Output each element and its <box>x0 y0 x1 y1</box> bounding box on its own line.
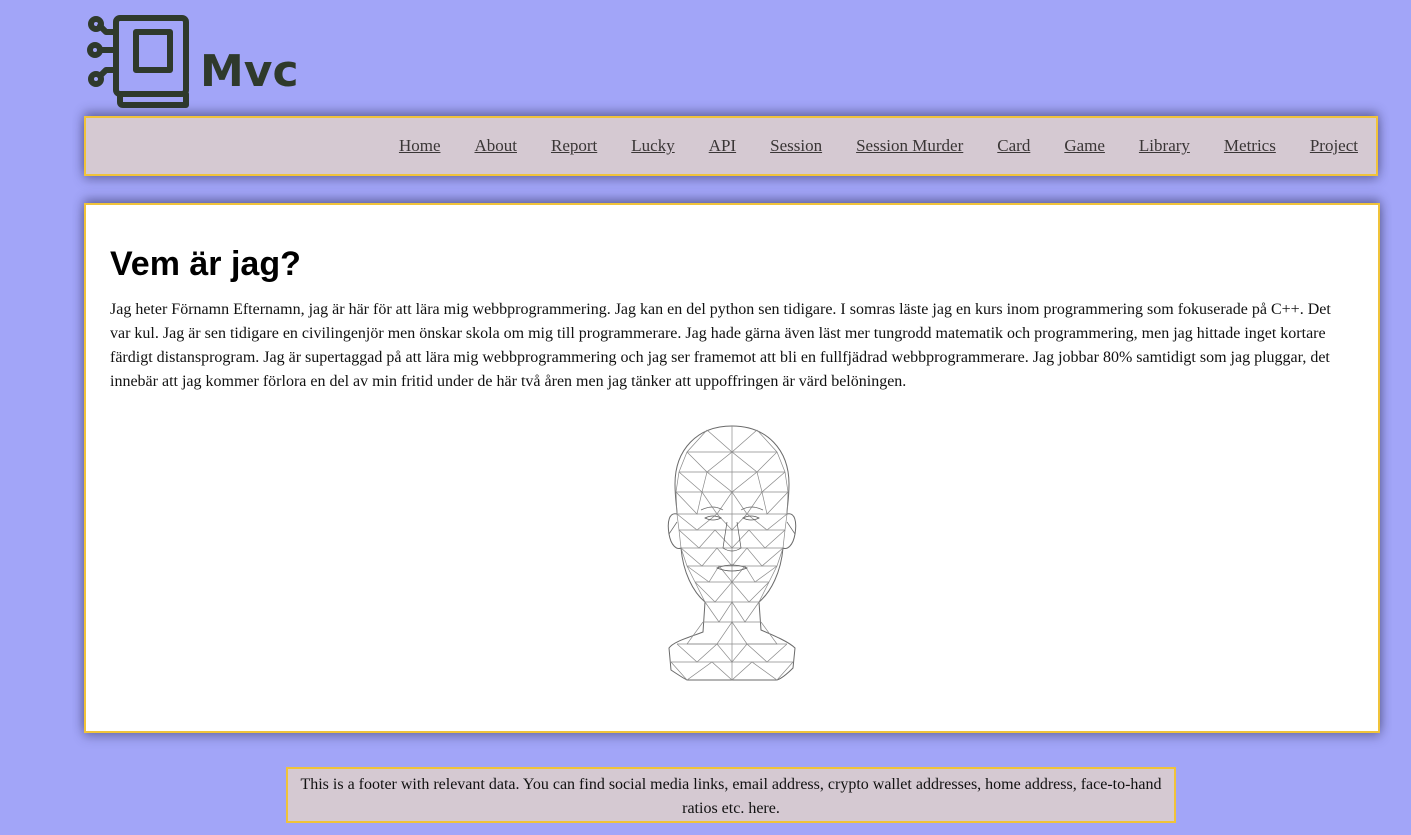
page-title: Vem är jag? <box>110 245 301 283</box>
nav-link-report[interactable]: Report <box>551 136 597 156</box>
page-footer: This is a footer with relevant data. You… <box>286 767 1176 823</box>
intro-paragraph: Jag heter Förnamn Efternamn, jag är här … <box>110 301 1331 390</box>
nav-link-library[interactable]: Library <box>1139 136 1190 156</box>
logo-text: Mvc <box>200 45 299 97</box>
nav-link-session[interactable]: Session <box>770 136 822 156</box>
nav-link-session-murder[interactable]: Session Murder <box>856 136 963 156</box>
nav-link-metrics[interactable]: Metrics <box>1224 136 1276 156</box>
site-logo[interactable]: Mvc <box>86 14 299 108</box>
nav-link-game[interactable]: Game <box>1064 136 1105 156</box>
nav-link-about[interactable]: About <box>474 136 517 156</box>
book-circuit-icon <box>87 15 189 108</box>
nav-link-card[interactable]: Card <box>997 136 1030 156</box>
nav-link-home[interactable]: Home <box>399 136 441 156</box>
nav-link-api[interactable]: API <box>709 136 736 156</box>
footer-text: This is a footer with relevant data. You… <box>300 776 1162 817</box>
nav-link-lucky[interactable]: Lucky <box>631 136 674 156</box>
nav-link-project[interactable]: Project <box>1310 136 1358 156</box>
wireframe-head-image <box>667 425 797 681</box>
main-content: Vem är jag? Jag heter Förnamn Efternamn,… <box>84 203 1380 733</box>
main-navigation: Home About Report Lucky API Session Sess… <box>84 116 1378 176</box>
